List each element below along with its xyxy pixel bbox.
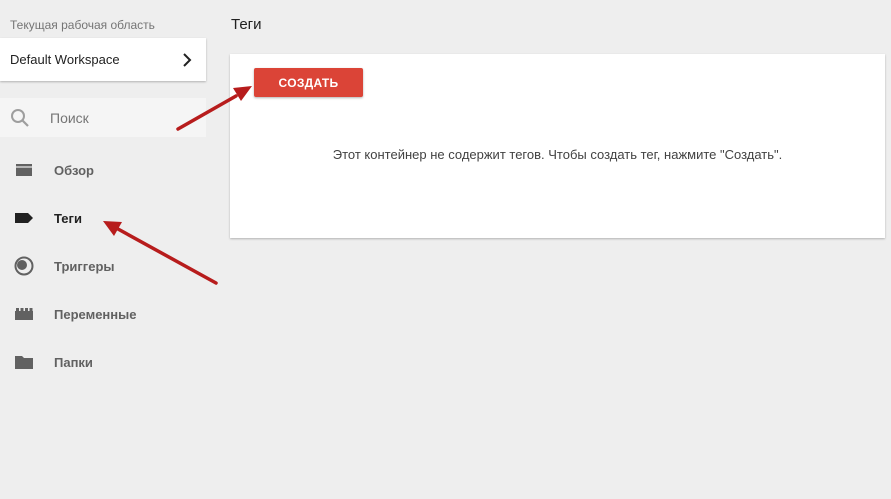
empty-state-message: Этот контейнер не содержит тегов. Чтобы … xyxy=(332,147,783,162)
sidebar-item-label: Теги xyxy=(54,210,82,226)
search-box xyxy=(0,98,206,137)
tag-icon xyxy=(14,208,34,228)
sidebar-item-tags[interactable]: Теги xyxy=(0,194,206,242)
tags-panel: СОЗДАТЬ Этот контейнер не содержит тегов… xyxy=(230,54,885,238)
sidebar-item-triggers[interactable]: Триггеры xyxy=(0,242,206,290)
sidebar-item-overview[interactable]: Обзор xyxy=(0,146,206,194)
workspace-selector[interactable]: Default Workspace xyxy=(0,38,206,81)
sidebar-item-variables[interactable]: Переменные xyxy=(0,290,206,338)
sidebar-item-label: Папки xyxy=(54,354,93,370)
chevron-right-icon xyxy=(183,52,192,67)
sidebar-item-folders[interactable]: Папки xyxy=(0,338,206,386)
workspace-label: Текущая рабочая область xyxy=(10,18,155,32)
sidebar-item-label: Переменные xyxy=(54,306,137,322)
workspace-name: Default Workspace xyxy=(10,52,120,67)
search-icon xyxy=(11,108,29,127)
app: Текущая рабочая область Default Workspac… xyxy=(0,0,891,499)
overview-icon xyxy=(14,160,34,180)
create-button[interactable]: СОЗДАТЬ xyxy=(254,68,363,97)
folder-icon xyxy=(14,352,34,372)
sidebar-item-label: Обзор xyxy=(54,162,94,178)
search-input[interactable] xyxy=(50,109,190,126)
trigger-icon xyxy=(14,256,34,276)
variables-icon xyxy=(14,304,34,324)
sidebar-nav: Обзор Теги Триггеры Переменные Папки xyxy=(0,146,206,386)
page-title: Теги xyxy=(231,16,262,33)
sidebar-item-label: Триггеры xyxy=(54,258,115,274)
